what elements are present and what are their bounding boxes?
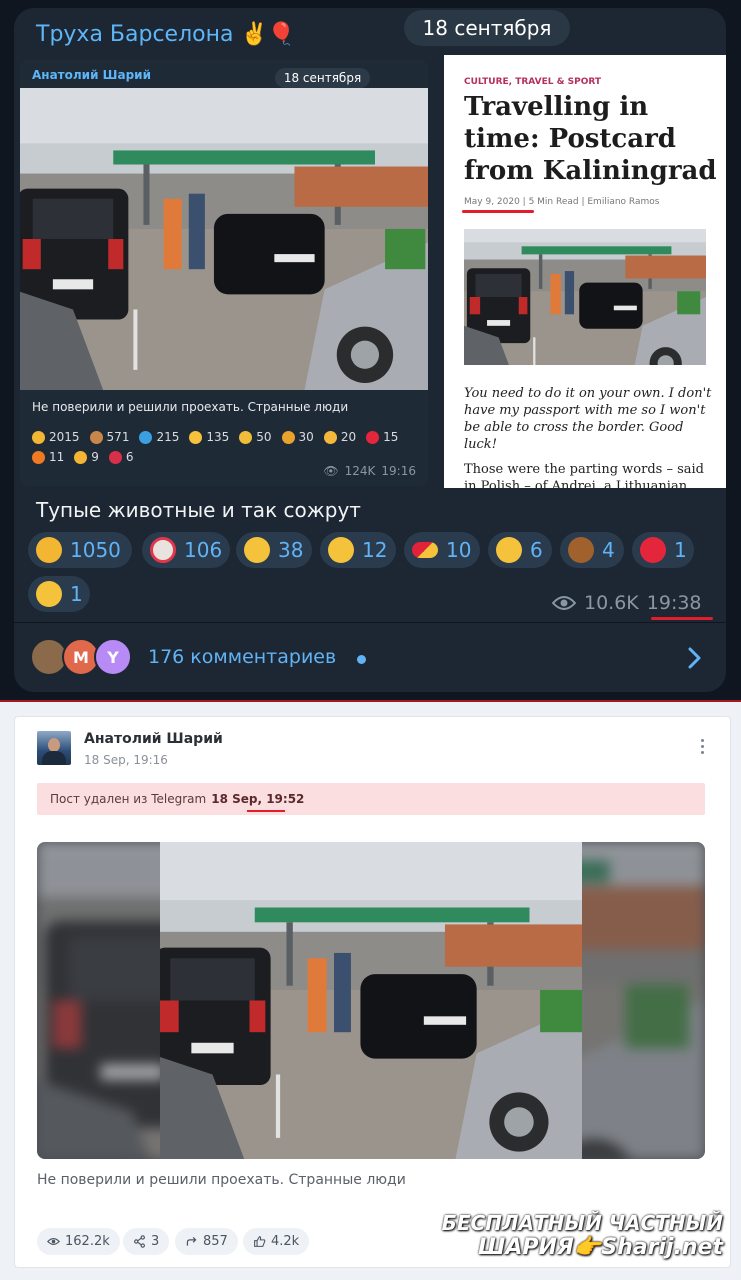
watermark-line2: ШАРИЯ👉Sharij.net xyxy=(478,1234,723,1260)
chevron-right-icon[interactable] xyxy=(683,646,705,670)
forwarded-time: 19:16 xyxy=(381,464,416,478)
share-icon xyxy=(134,1235,145,1248)
author-avatar[interactable] xyxy=(37,731,71,765)
deleted-time-underline xyxy=(247,810,285,812)
reaction-rofl[interactable]: 1050 xyxy=(28,532,132,568)
scream-emoji-icon xyxy=(36,581,62,607)
forwarded-views: 124K xyxy=(344,464,376,478)
message-time: 19:38 xyxy=(646,592,702,614)
repost-icon xyxy=(186,1237,197,1246)
reaction-grin[interactable]: 38 xyxy=(236,532,312,568)
views-stat: 162.2k xyxy=(37,1228,120,1255)
more-options-icon[interactable] xyxy=(701,739,705,757)
forwarded-caption: Не поверили и решили проехать. Странные … xyxy=(32,400,349,414)
reaction-thumbs-up[interactable]: 6 xyxy=(488,532,552,568)
reaction-heart[interactable]: 1 xyxy=(632,532,694,568)
forwarded-reaction: 215 xyxy=(139,430,179,444)
web-archive-screenshot: Анатолий Шарий 18 Sep, 19:16 Пост удален… xyxy=(0,702,741,1280)
forwarded-date-pill: 18 сентября xyxy=(275,68,370,88)
article-category: CULTURE, TRAVEL & SPORT xyxy=(464,77,602,87)
reaction-emoji-icon xyxy=(108,450,122,464)
date-pill: 18 сентября xyxy=(404,10,570,46)
forwarded-reaction: 135 xyxy=(189,430,229,444)
border-photo xyxy=(20,88,428,390)
forwarded-post-screenshot: Анатолий Шарий 18 сентября Не поверили и… xyxy=(20,60,428,486)
heart-emoji-icon xyxy=(640,537,666,563)
reaction-emoji-icon xyxy=(32,450,45,464)
deleted-banner: Пост удален из Telegram 18 Sep, 19:52 xyxy=(37,783,705,815)
eye-icon: 👁 xyxy=(323,464,339,478)
forwarded-reaction: 11 xyxy=(32,450,64,464)
watermark-line1: БЕСПЛАТНЫЙ ЧАСТНЫЙ xyxy=(441,1210,723,1235)
time-highlight-underline xyxy=(651,617,713,620)
reaction-clown[interactable]: 106 xyxy=(142,532,230,568)
reaction-emoji-icon xyxy=(366,430,380,444)
forwarded-reaction: 9 xyxy=(74,450,99,464)
reaction-emoji-icon xyxy=(189,430,203,444)
post-caption: Не поверили и решили проехать. Странные … xyxy=(37,1172,406,1188)
border-photo xyxy=(160,842,582,1159)
channel-name[interactable]: Труха Барселона ✌️🎈 xyxy=(36,22,295,47)
article-meta: May 9, 2020 | 5 Min Read | Emiliano Ramo… xyxy=(464,197,660,207)
article-body: Those were the parting words – said in P… xyxy=(464,462,704,488)
message-meta: 10.6K 19:38 xyxy=(552,592,702,614)
unread-dot xyxy=(357,655,366,664)
article-title: Travelling in time: Postcard from Kalini… xyxy=(464,92,717,186)
comments-link[interactable]: 176 комментариев xyxy=(148,646,336,668)
forwarded-reaction: 571 xyxy=(89,430,129,444)
forwarded-reaction: 30 xyxy=(281,430,314,444)
telegram-screenshot: Труха Барселона ✌️🎈 18 сентября Анатолий… xyxy=(0,0,741,700)
forwarded-reaction: 15 xyxy=(366,430,398,444)
clap-emoji-icon xyxy=(328,537,354,563)
deleted-time: 18 Sep, 19:52 xyxy=(211,792,305,806)
forwarded-reaction: 50 xyxy=(239,430,272,444)
date-highlight-underline xyxy=(462,210,534,213)
reaction-emoji-icon xyxy=(32,430,45,444)
clown-emoji-icon xyxy=(150,537,176,563)
forwarded-meta: 👁 124K 19:16 xyxy=(323,464,416,478)
reaction-poop[interactable]: 4 xyxy=(560,532,624,568)
poop-emoji-icon xyxy=(568,537,594,563)
post-time: 18 Sep, 19:16 xyxy=(84,753,168,767)
watermark: БЕСПЛАТНЫЙ ЧАСТНЫЙ ШАРИЯ👉Sharij.net xyxy=(441,1210,723,1260)
post-media[interactable] xyxy=(37,842,705,1159)
author-name[interactable]: Анатолий Шарий xyxy=(84,731,223,747)
reaction-clap[interactable]: 12 xyxy=(320,532,396,568)
reaction-emoji-icon xyxy=(239,430,253,444)
reaction-emoji-icon xyxy=(281,430,295,444)
reaction-emoji-icon xyxy=(74,450,88,464)
eye-icon xyxy=(552,596,576,610)
reaction-emoji-icon xyxy=(139,430,153,444)
forwarded-reaction: 20 xyxy=(323,430,356,444)
rofl-emoji-icon xyxy=(36,537,62,563)
deleted-notice: Пост удален из Telegram xyxy=(50,792,207,806)
views-count: 10.6K xyxy=(584,592,639,614)
likes-stat[interactable]: 4.2k xyxy=(243,1228,310,1255)
article-quote: You need to do it on your own. I don't h… xyxy=(464,386,712,452)
eye-icon xyxy=(47,1238,60,1245)
message-text: Тупые животные и так сожрут xyxy=(36,498,361,522)
forwarded-author: Анатолий Шарий xyxy=(32,68,151,82)
thumbs-up-emoji-icon xyxy=(496,537,522,563)
forwarded-reactions: 2015 571 215 135 50 30 20 15 11 9 6 xyxy=(32,430,427,464)
shares-stat[interactable]: 3 xyxy=(123,1228,170,1255)
post-card: Анатолий Шарий 18 Sep, 19:16 Пост удален… xyxy=(14,716,731,1268)
article-screenshot: CULTURE, TRAVEL & SPORT Travelling in ti… xyxy=(444,55,726,488)
reposts-stat[interactable]: 857 xyxy=(175,1228,238,1255)
divider xyxy=(14,622,726,623)
thumbs-up-icon xyxy=(254,1236,266,1247)
article-photo xyxy=(464,229,706,365)
reaction-pill[interactable]: 10 xyxy=(404,532,480,568)
grin-emoji-icon xyxy=(244,537,270,563)
commenter-avatar: Y xyxy=(94,638,132,676)
forwarded-reaction: 2015 xyxy=(32,430,80,444)
reaction-scream[interactable]: 1 xyxy=(28,576,90,612)
pill-emoji-icon xyxy=(412,542,438,558)
forwarded-reaction: 6 xyxy=(108,450,134,464)
reaction-emoji-icon xyxy=(89,430,103,444)
reaction-emoji-icon xyxy=(323,430,337,444)
